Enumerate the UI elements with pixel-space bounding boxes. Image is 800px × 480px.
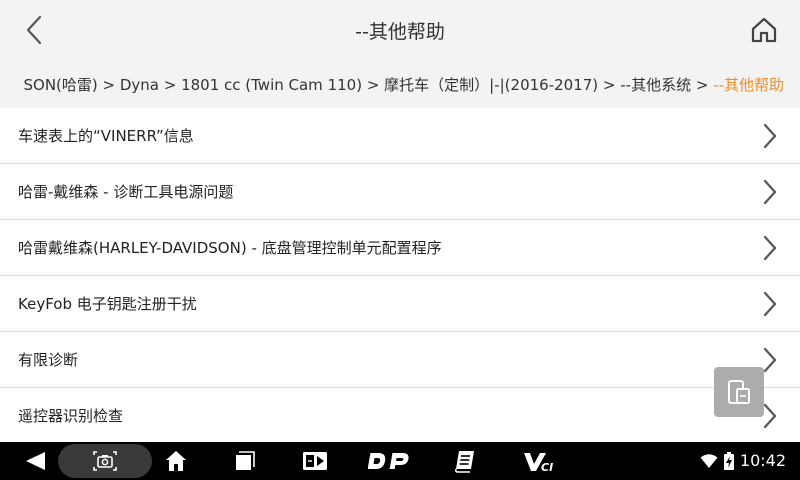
nav-screenshot-button[interactable] [88, 442, 122, 480]
list-item[interactable]: 哈雷-戴维森 - 诊断工具电源问题 [0, 164, 800, 220]
help-topic-list: 车速表上的“VINERR”信息 哈雷-戴维森 - 诊断工具电源问题 哈雷戴维森(… [0, 108, 800, 442]
svg-text:CI: CI [541, 461, 553, 472]
chevron-right-icon [763, 347, 777, 373]
chevron-right-icon [763, 123, 777, 149]
nav-vci-button[interactable]: CI [520, 442, 560, 480]
media-icon [303, 452, 327, 470]
list-item[interactable]: 车速表上的“VINERR”信息 [0, 108, 800, 164]
breadcrumb: SON(哈雷) > Dyna > 1801 cc (Twin Cam 110) … [0, 60, 800, 108]
home-icon [166, 451, 186, 471]
split-screen-button[interactable] [714, 367, 764, 417]
breadcrumb-track: SON(哈雷) > Dyna > 1801 cc (Twin Cam 110) … [23, 74, 784, 95]
list-item-label: 哈雷戴维森(HARLEY-DAVIDSON) - 底盘管理控制单元配置程序 [18, 239, 442, 257]
nav-back-button[interactable] [18, 442, 52, 480]
list-item[interactable]: KeyFob 电子钥匙注册干扰 [0, 276, 800, 332]
nav-recent-apps-button[interactable] [228, 442, 260, 480]
screenshot-camera-icon [93, 451, 117, 471]
list-item[interactable]: 遥控器识别检查 [0, 388, 800, 442]
split-screen-icon [728, 380, 750, 404]
system-navbar: CI 10:42 [0, 442, 800, 480]
notes-icon [454, 451, 474, 473]
list-item[interactable]: 哈雷戴维森(HARLEY-DAVIDSON) - 底盘管理控制单元配置程序 [0, 220, 800, 276]
nav-notes-button[interactable] [450, 442, 480, 480]
list-item[interactable]: 有限诊断 [0, 332, 800, 388]
wifi-icon [700, 454, 718, 468]
nav-home-button[interactable] [160, 442, 192, 480]
chevron-right-icon [763, 291, 777, 317]
home-icon [751, 17, 777, 43]
chevron-right-icon [763, 179, 777, 205]
breadcrumb-path[interactable]: SON(哈雷) > Dyna > 1801 cc (Twin Cam 110) … [23, 76, 713, 94]
list-item-label: 遥控器识别检查 [18, 407, 124, 425]
list-item-label: 哈雷-戴维森 - 诊断工具电源问题 [18, 183, 234, 201]
chevron-right-icon [763, 235, 777, 261]
dp-icon [368, 453, 409, 469]
chevron-right-icon [763, 403, 777, 429]
nav-dp-button[interactable] [366, 442, 412, 480]
status-time: 10:42 [739, 451, 786, 470]
breadcrumb-current: --其他帮助 [713, 76, 784, 94]
list-item-label: 有限诊断 [18, 351, 79, 369]
status-icons [700, 452, 734, 470]
page-title: --其他帮助 [355, 21, 445, 43]
home-button[interactable] [748, 13, 780, 47]
back-triangle-icon [26, 452, 45, 470]
header-bar: --其他帮助 [0, 0, 800, 60]
recent-apps-icon [236, 451, 255, 470]
list-item-label: KeyFob 电子钥匙注册干扰 [18, 295, 197, 313]
battery-charging-icon [724, 452, 734, 470]
list-item-label: 车速表上的“VINERR”信息 [18, 127, 194, 145]
nav-media-button[interactable] [298, 442, 332, 480]
vci-icon: CI [524, 453, 553, 472]
